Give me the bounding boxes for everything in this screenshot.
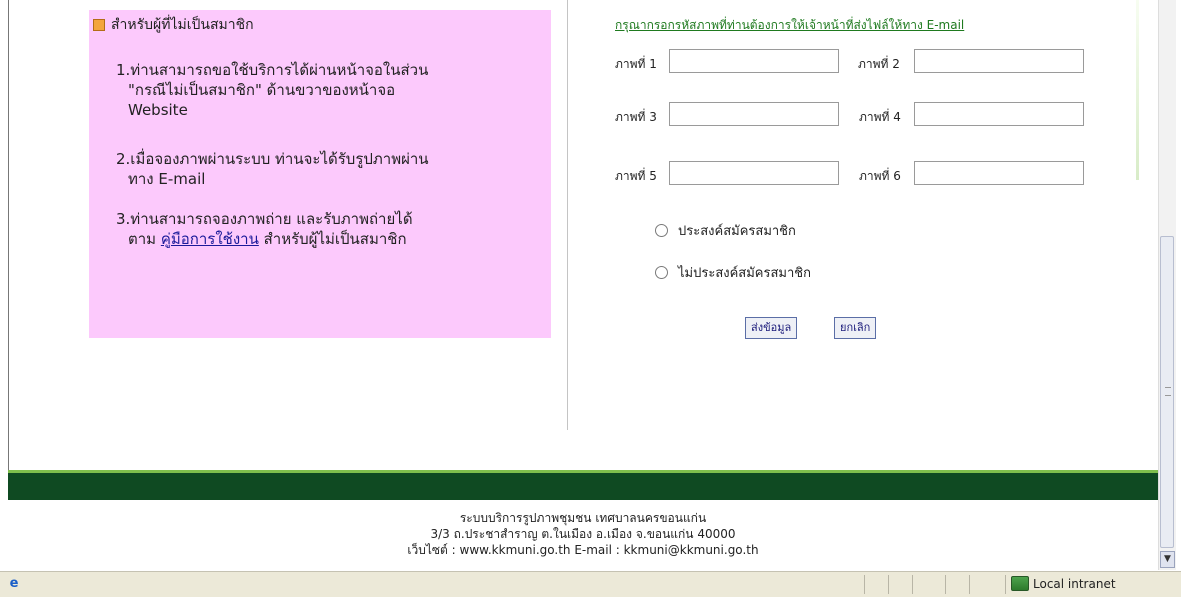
photo-2-input[interactable] <box>914 49 1084 73</box>
ie-page-icon: e <box>9 576 19 591</box>
photo-1-input[interactable] <box>669 49 839 73</box>
radio-nonmember-option[interactable]: ไม่ประสงค์สมัครสมาชิก <box>655 262 811 283</box>
zone-label: Local intranet <box>1033 576 1116 591</box>
info-item-3-suffix: สำหรับผู้ไม่เป็นสมาชิก <box>263 230 407 248</box>
user-manual-link[interactable]: คู่มือการใช้งาน <box>161 230 259 248</box>
info-item-3-prefix: ตาม <box>128 230 157 248</box>
status-divider <box>945 575 946 594</box>
status-divider <box>888 575 889 594</box>
info-item-1-line3: Website <box>128 101 188 119</box>
info-item-1: 1.ท่านสามารถขอใช้บริการได้ผ่านหน้าจอในส่… <box>116 60 428 120</box>
info-item-3-line2: ตาม คู่มือการใช้งาน สำหรับผู้ไม่เป็นสมาช… <box>116 229 413 249</box>
column-divider <box>567 0 568 430</box>
info-item-1-line2: "กรณีไม่เป็นสมาชิก" ด้านขวาของหน้าจอ <box>128 81 396 99</box>
status-divider <box>864 575 865 594</box>
info-item-1-line1: 1.ท่านสามารถขอใช้บริการได้ผ่านหน้าจอในส่… <box>116 61 429 79</box>
photo-3-input[interactable] <box>669 102 839 126</box>
info-item-3-line1: 3.ท่านสามารถจองภาพถ่าย และรับภาพถ่ายได้ <box>116 210 413 228</box>
radio-member[interactable] <box>655 224 668 237</box>
status-divider <box>969 575 970 594</box>
status-divider <box>912 575 913 594</box>
photo-4-input[interactable] <box>914 102 1084 126</box>
browser-viewport: สำหรับผู้ที่ไม่เป็นสมาชิก 1.ท่านสามารถขอ… <box>8 0 1158 570</box>
photo-6-input[interactable] <box>914 161 1084 185</box>
decorative-green-line <box>1136 0 1139 180</box>
photo-2-label: ภาพที่ 2 <box>858 57 900 71</box>
cancel-button[interactable]: ยกเลิก <box>834 317 877 339</box>
footer-band-highlight <box>8 470 1158 473</box>
footer-contact: เว็บไซต์ : www.kkmuni.go.th E-mail : kkm… <box>407 543 759 557</box>
email-instruction-link[interactable]: กรุณากรอกรหัสภาพที่ท่านต้องการให้เจ้าหน้… <box>615 16 964 35</box>
panel-title-text: สำหรับผู้ที่ไม่เป็นสมาชิก <box>111 17 254 33</box>
intranet-zone-icon <box>1011 576 1029 591</box>
footer: ระบบบริการรูปภาพชุมชน เทศบาลนครขอนแก่น 3… <box>8 500 1158 570</box>
scroll-down-icon[interactable]: ▼ <box>1160 551 1175 568</box>
submit-button[interactable]: ส่งข้อมูล <box>745 317 798 339</box>
footer-band <box>8 470 1158 500</box>
status-divider <box>1005 575 1006 594</box>
status-bar: e Local intranet <box>0 571 1181 597</box>
security-zone[interactable]: Local intranet <box>1011 576 1116 591</box>
photo-5-input[interactable] <box>669 161 839 185</box>
vertical-scrollbar[interactable]: ▼ <box>1158 0 1176 570</box>
photo-1-label: ภาพที่ 1 <box>615 57 657 71</box>
scrollbar-thumb[interactable] <box>1160 236 1174 548</box>
photo-3-label: ภาพที่ 3 <box>615 110 657 124</box>
radio-member-option[interactable]: ประสงค์สมัครสมาชิก <box>655 220 796 241</box>
info-item-2: 2.เมื่อจองภาพผ่านระบบ ท่านจะได้รับรูปภาพ… <box>116 149 429 189</box>
radio-nonmember[interactable] <box>655 266 668 279</box>
photo-5-label: ภาพที่ 5 <box>615 169 657 183</box>
photo-6-label: ภาพที่ 6 <box>859 169 901 183</box>
bullet-icon <box>93 19 105 31</box>
info-item-2-line2: ทาง E-mail <box>128 170 206 188</box>
page-border <box>8 0 9 470</box>
radio-nonmember-label: ไม่ประสงค์สมัครสมาชิก <box>678 266 811 281</box>
info-item-3: 3.ท่านสามารถจองภาพถ่าย และรับภาพถ่ายได้ … <box>116 209 413 249</box>
info-item-2-line1: 2.เมื่อจองภาพผ่านระบบ ท่านจะได้รับรูปภาพ… <box>116 150 429 168</box>
photo-4-label: ภาพที่ 4 <box>859 110 901 124</box>
radio-member-label: ประสงค์สมัครสมาชิก <box>678 224 796 239</box>
grip-icon <box>1165 387 1171 396</box>
non-member-info-panel: สำหรับผู้ที่ไม่เป็นสมาชิก 1.ท่านสามารถขอ… <box>89 10 551 338</box>
panel-title: สำหรับผู้ที่ไม่เป็นสมาชิก <box>93 14 254 36</box>
